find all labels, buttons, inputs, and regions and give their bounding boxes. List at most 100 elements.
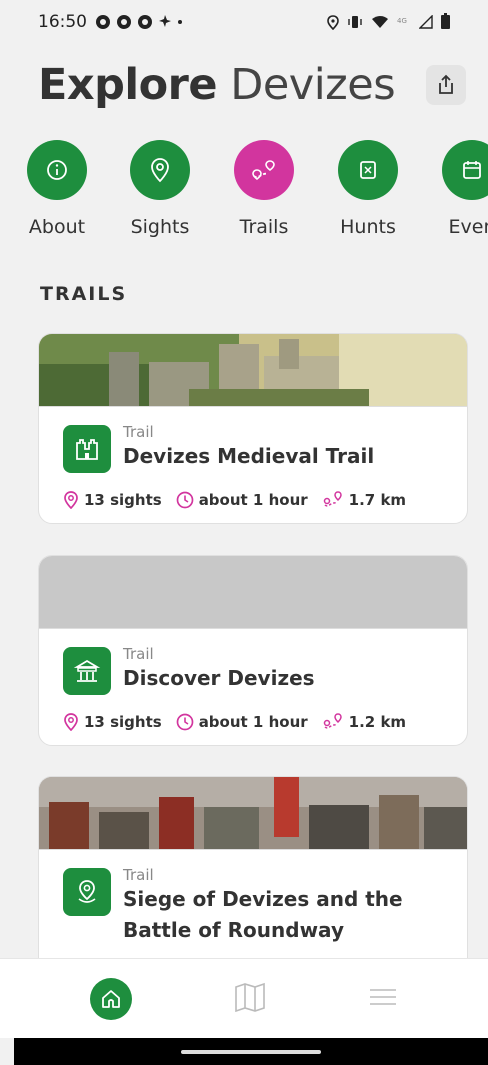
wifi-icon [372, 16, 388, 28]
bottom-navigation [0, 958, 488, 1038]
home-icon [102, 989, 121, 1008]
trail-meta: 13 sights about 1 hour 1.2 km [63, 713, 443, 731]
clock-icon [176, 713, 194, 731]
page-title: Explore Devizes [38, 60, 396, 110]
trail-sights: 13 sights [63, 713, 162, 731]
trail-sights-text: 13 sights [84, 491, 162, 509]
trail-distance: 1.7 km [322, 491, 406, 509]
battle-painting-image [39, 777, 467, 849]
trail-kind: Trail [123, 866, 154, 884]
page-title-bold: Explore [38, 60, 218, 110]
calendar-icon [463, 161, 481, 179]
category-hunts-circle[interactable] [338, 140, 398, 200]
status-notification-icons [95, 14, 183, 30]
signal-icon [419, 15, 433, 29]
share-icon [439, 74, 453, 94]
category-events[interactable]: Even [424, 140, 488, 238]
trail-meta: 13 sights about 1 hour 1.7 km [63, 491, 443, 509]
category-about-label: About [28, 216, 86, 238]
nav-home-button[interactable] [90, 977, 133, 1020]
menu-icon [369, 988, 396, 1005]
trail-kind: Trail [123, 645, 154, 663]
section-title: TRAILS [40, 283, 128, 305]
4g-icon: 4G [397, 17, 407, 25]
notification-icon [138, 15, 152, 29]
trail-card-body: Trail Devizes Medieval Trail 13 sights a… [39, 406, 467, 523]
fan-icon [159, 15, 171, 27]
notification-icon [117, 15, 131, 29]
trail-card-text: Trail Discover Devizes [123, 645, 315, 694]
trail-duration: about 1 hour [176, 491, 308, 509]
page-title-light: Devizes [230, 60, 396, 110]
pin-icon [63, 868, 111, 916]
category-sights-label: Sights [130, 216, 190, 238]
status-right: 4G [327, 13, 450, 30]
castle-icon [63, 425, 111, 473]
status-bar: 16:50 4G [0, 0, 488, 44]
trail-duration-text: about 1 hour [198, 713, 308, 731]
trail-card-discover[interactable]: Trail Discover Devizes 13 sights about 1… [38, 555, 468, 746]
route-icon [252, 160, 275, 181]
category-row: About Sights Trails Hunts Even [0, 140, 488, 250]
category-trails[interactable]: Trails [216, 140, 312, 238]
category-about-circle[interactable] [27, 140, 87, 200]
trail-duration-text: about 1 hour [198, 491, 308, 509]
trail-card-medieval[interactable]: Trail Devizes Medieval Trail 13 sights a… [38, 333, 468, 524]
trail-card-header: Trail Discover Devizes [63, 645, 443, 695]
category-events-label: Even [448, 216, 488, 238]
pin-icon [64, 491, 78, 509]
clock-icon [176, 491, 194, 509]
trail-card-text: Trail Siege of Devizes and the Battle of… [123, 866, 423, 946]
trail-distance-text: 1.7 km [348, 491, 407, 509]
nav-map-button[interactable] [233, 982, 267, 1016]
nav-menu-button[interactable] [368, 986, 398, 1012]
map-icon [235, 982, 265, 1012]
trail-card-image-placeholder [39, 556, 467, 628]
trail-card-body: Trail Siege of Devizes and the Battle of… [39, 849, 467, 960]
route-icon [323, 713, 342, 729]
dot-icon [178, 20, 182, 24]
trail-card-siege[interactable]: Trail Siege of Devizes and the Battle of… [38, 776, 468, 976]
trail-card-text: Trail Devizes Medieval Trail [123, 423, 374, 472]
trail-card-image [39, 777, 467, 849]
notification-icon [96, 15, 110, 29]
trail-card-header: Trail Devizes Medieval Trail [63, 423, 443, 473]
trail-card-header: Trail Siege of Devizes and the Battle of… [63, 866, 443, 946]
vibrate-icon [348, 16, 362, 28]
trail-sights: 13 sights [63, 491, 162, 509]
share-button[interactable] [426, 65, 466, 105]
category-trails-label: Trails [239, 216, 289, 238]
map-scroll-icon [360, 161, 376, 179]
building-icon [63, 647, 111, 695]
trail-name: Siege of Devizes and the Battle of Round… [123, 887, 403, 942]
pin-icon [151, 158, 169, 183]
category-sights-circle[interactable] [130, 140, 190, 200]
trail-card-image [39, 334, 467, 406]
trail-kind: Trail [123, 423, 154, 441]
trail-sights-text: 13 sights [84, 713, 162, 731]
trail-distance: 1.2 km [322, 713, 406, 731]
status-time: 16:50 [38, 12, 87, 32]
route-icon [323, 491, 342, 507]
location-icon [327, 14, 339, 30]
category-hunts-label: Hunts [340, 216, 396, 238]
category-about[interactable]: About [9, 140, 105, 238]
home-gesture-handle[interactable] [181, 1049, 321, 1054]
info-icon [47, 160, 67, 180]
category-sights[interactable]: Sights [112, 140, 208, 238]
pin-icon [64, 713, 78, 731]
trail-distance-text: 1.2 km [348, 713, 407, 731]
category-hunts[interactable]: Hunts [320, 140, 416, 238]
category-trails-circle[interactable] [234, 140, 294, 200]
category-events-circle[interactable] [442, 140, 488, 200]
svg-text:4G: 4G [397, 17, 407, 25]
system-gesture-bar [14, 1038, 488, 1065]
trail-name: Discover Devizes [123, 666, 315, 690]
trail-name: Devizes Medieval Trail [123, 444, 375, 468]
trail-duration: about 1 hour [176, 713, 308, 731]
header: Explore Devizes [38, 50, 478, 120]
battery-icon [441, 13, 450, 29]
trail-card-body: Trail Discover Devizes 13 sights about 1… [39, 628, 467, 745]
castle-painting-image [39, 334, 467, 406]
status-left: 16:50 [38, 12, 183, 32]
